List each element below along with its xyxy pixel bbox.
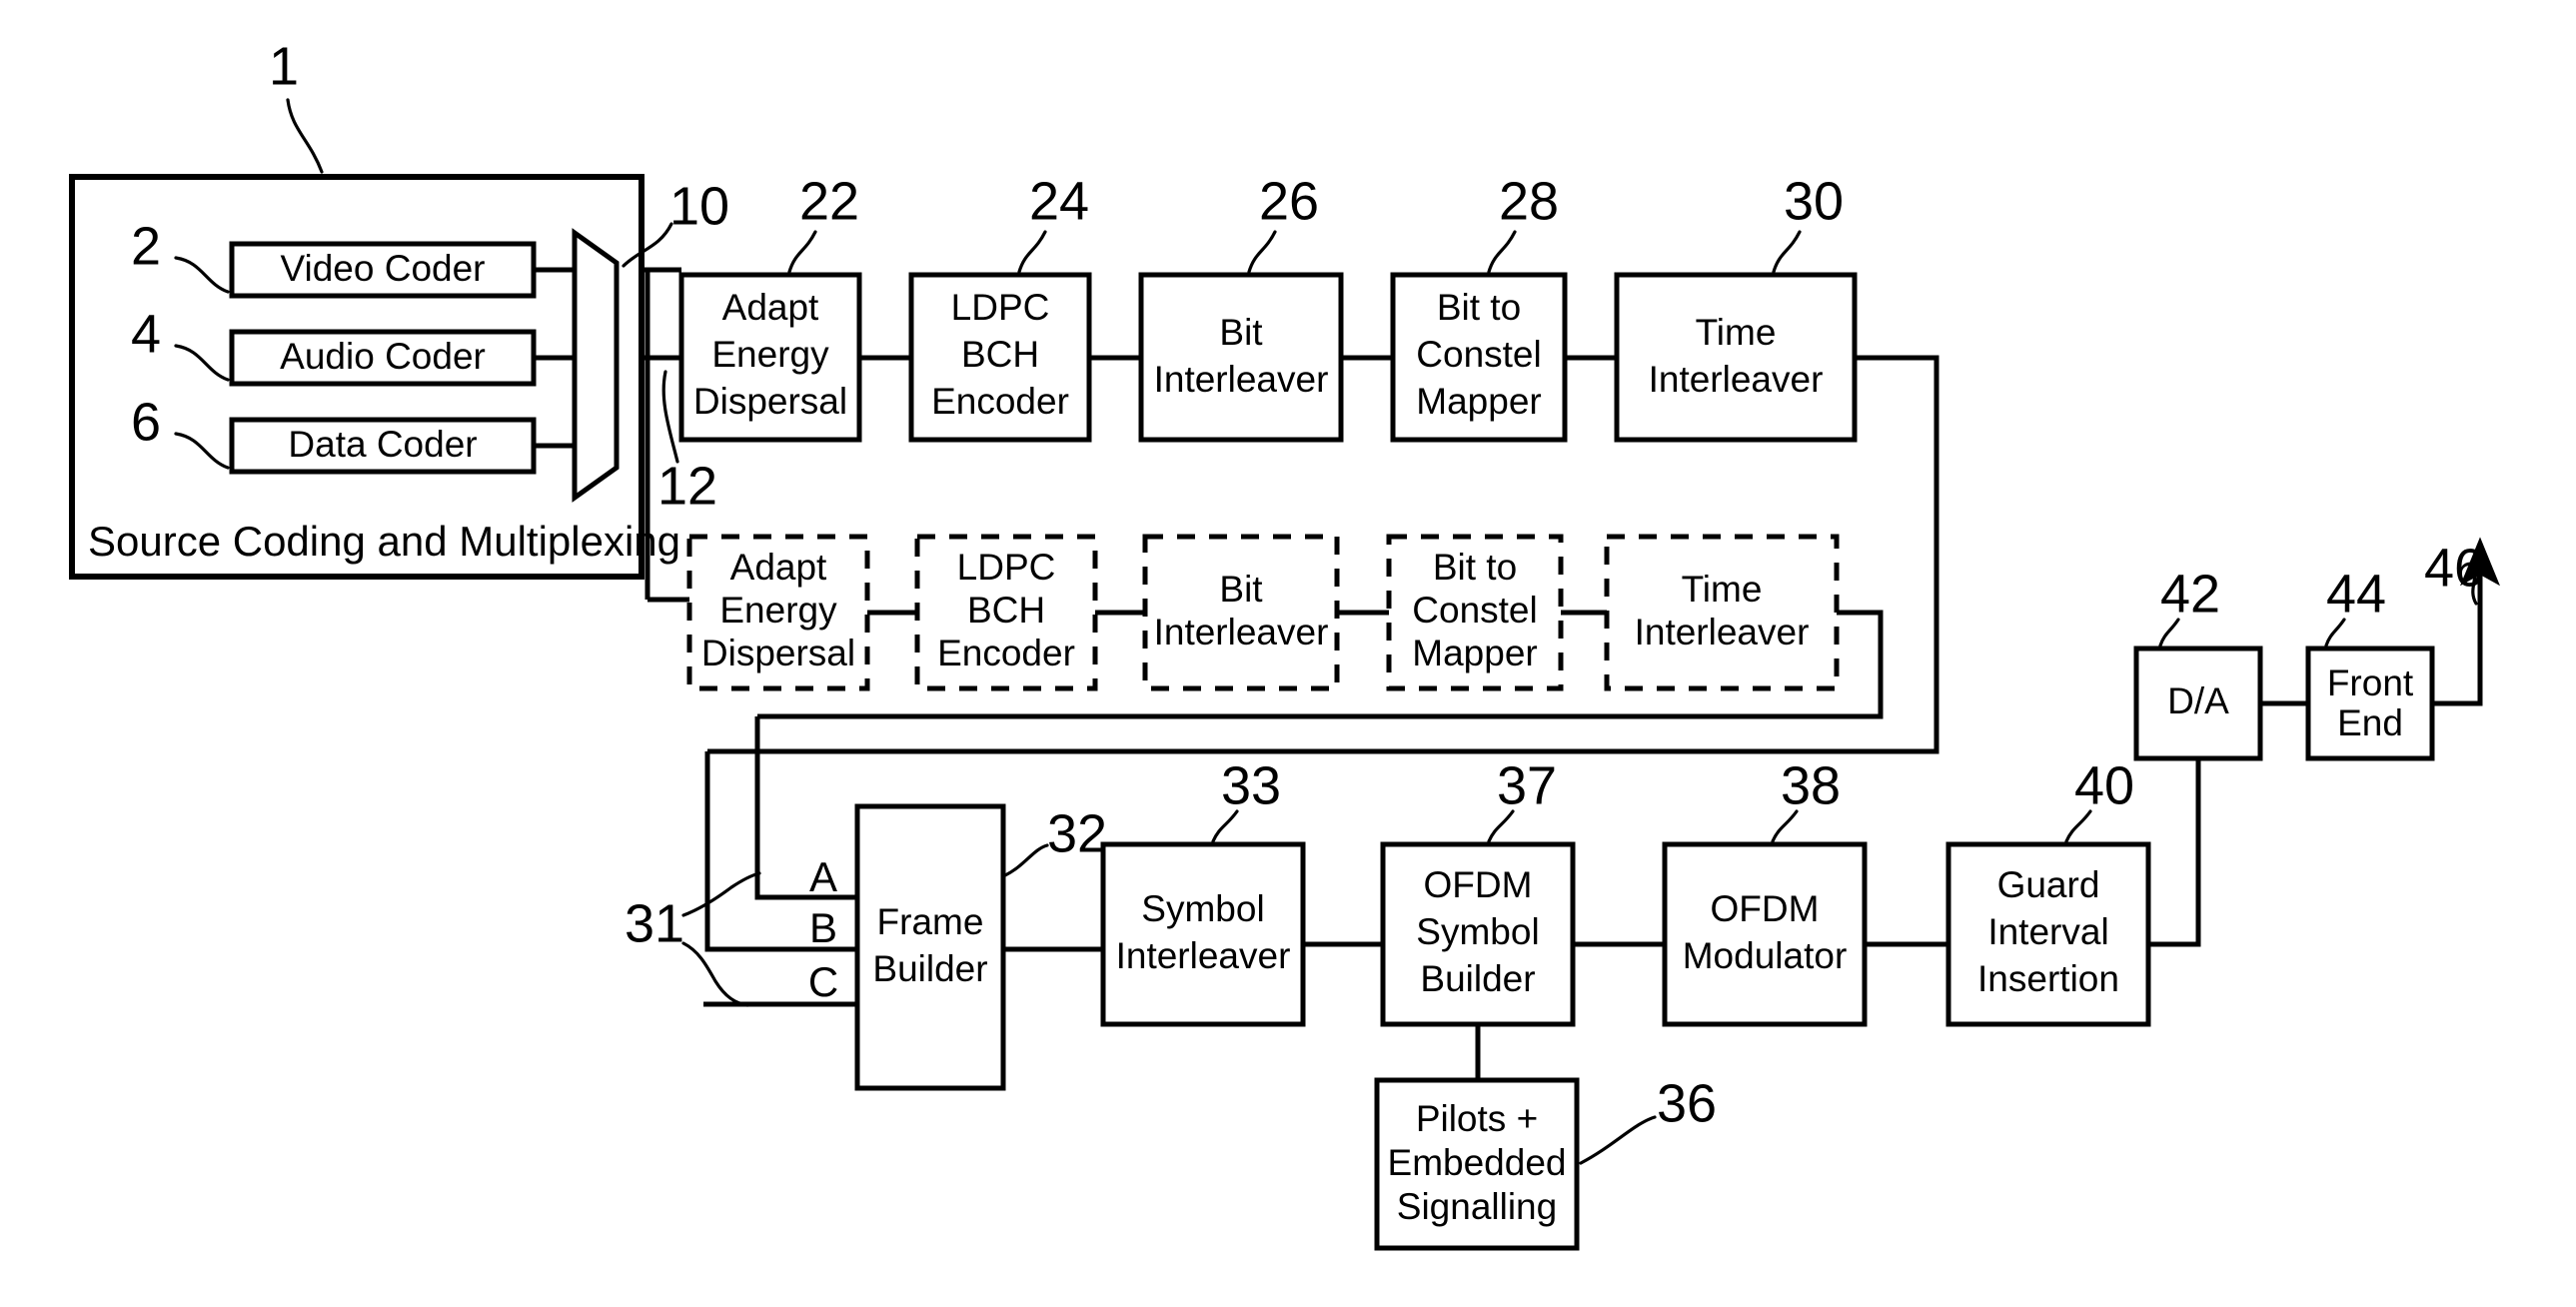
pilots-line-3: Signalling (1397, 1186, 1557, 1227)
figure-canvas: Video Coder Audio Coder Data Coder Sourc… (0, 0, 2576, 1307)
ref-31-leader-lower (681, 941, 749, 1007)
source-coding-caption: Source Coding and Multiplexing (88, 518, 680, 565)
ref-38-label: 38 (1781, 755, 1841, 815)
time-interleaver-dashed-line-2: Interleaver (1635, 612, 1810, 653)
time-interleaver-line-2: Interleaver (1649, 359, 1824, 400)
ofdm-symbol-builder-line-1: OFDM (1424, 864, 1533, 905)
ref-31-label: 31 (625, 893, 684, 953)
ref-40-label: 40 (2074, 755, 2134, 815)
ldpc-bch-encoder-dashed-line-2: BCH (967, 590, 1045, 631)
ldpc-bch-encoder-dashed-line-3: Encoder (937, 633, 1075, 673)
ref-40-leader (2064, 809, 2092, 843)
ref-28-label: 28 (1499, 171, 1559, 231)
bit-interleaver-box (1138, 272, 1344, 443)
guard-interval-insertion-line-1: Guard (1997, 864, 2100, 905)
ref-32-label: 32 (1047, 803, 1107, 863)
ref-2-label: 2 (131, 216, 161, 276)
ref-22-leader (787, 230, 817, 274)
adapt-energy-dispersal-dashed-line-1: Adapt (730, 547, 827, 588)
ref-36-leader (1579, 1115, 1657, 1165)
ref-44-label: 44 (2326, 564, 2386, 624)
symbol-interleaver-line-1: Symbol (1141, 888, 1264, 929)
bit-to-constel-mapper-line-2: Constel (1416, 334, 1541, 375)
bit-interleaver-dashed-line-1: Bit (1219, 569, 1263, 610)
adapt-energy-dispersal-dashed-line-3: Dispersal (701, 633, 855, 673)
wire-guard-to-da (2148, 746, 2201, 947)
ofdm-modulator-line-1: OFDM (1711, 888, 1820, 929)
symbol-interleaver-line-2: Interleaver (1116, 935, 1291, 976)
ref-4-label: 4 (131, 304, 161, 364)
adapt-energy-dispersal-line-2: Energy (711, 334, 829, 375)
ref-1-leader (286, 98, 324, 174)
ldpc-bch-encoder-line-3: Encoder (931, 381, 1069, 422)
ref-26-label: 26 (1259, 171, 1319, 231)
multiplexer-symbol (572, 228, 620, 503)
frame-builder-port-a: A (809, 853, 837, 900)
data-coder-label: Data Coder (288, 424, 477, 465)
ref-12-leader (661, 370, 679, 464)
ref-28-leader (1487, 230, 1517, 274)
ref-38-leader (1771, 809, 1799, 843)
ldpc-bch-encoder-line-2: BCH (961, 334, 1039, 375)
ref-37-leader (1487, 809, 1515, 843)
ref-24-label: 24 (1029, 171, 1089, 231)
ref-37-label: 37 (1497, 755, 1557, 815)
adapt-energy-dispersal-line-1: Adapt (722, 287, 819, 328)
ref-1-label: 1 (269, 36, 299, 96)
ref-6-label: 6 (131, 392, 161, 452)
adapt-energy-dispersal-line-3: Dispersal (693, 381, 847, 422)
ref-36-label: 36 (1657, 1073, 1717, 1133)
ref-30-label: 30 (1784, 171, 1844, 231)
ref-42-label: 42 (2160, 564, 2220, 624)
guard-interval-insertion-line-2: Interval (1987, 911, 2108, 952)
pilots-line-2: Embedded (1388, 1142, 1567, 1183)
pilots-line-1: Pilots + (1416, 1098, 1538, 1139)
ref-22-label: 22 (799, 171, 859, 231)
ref-30-leader (1772, 230, 1802, 274)
audio-coder-label: Audio Coder (280, 336, 486, 377)
block-diagram-svg: Video Coder Audio Coder Data Coder Sourc… (69, 36, 2501, 1251)
video-coder-label: Video Coder (280, 248, 485, 289)
bit-to-constel-mapper-line-1: Bit to (1437, 287, 1521, 328)
ref-33-label: 33 (1221, 755, 1281, 815)
frame-builder-port-b: B (809, 904, 837, 951)
ofdm-symbol-builder-line-3: Builder (1420, 958, 1535, 999)
ref-32-leader (1003, 843, 1049, 877)
bit-to-constel-mapper-line-3: Mapper (1416, 381, 1541, 422)
wire-input-a (754, 716, 857, 900)
frame-builder-line-1: Frame (877, 901, 984, 942)
bit-to-constel-mapper-dashed-line-2: Constel (1412, 590, 1537, 631)
bit-interleaver-line-1: Bit (1219, 312, 1263, 353)
ldpc-bch-encoder-dashed-line-1: LDPC (957, 547, 1056, 588)
ref-31-leader-upper (681, 871, 761, 917)
bit-to-constel-mapper-dashed-line-1: Bit to (1433, 547, 1517, 588)
time-interleaver-line-1: Time (1696, 312, 1777, 353)
front-end-line-2: End (2337, 702, 2403, 743)
front-end-line-1: Front (2327, 662, 2414, 703)
ref-10-label: 10 (669, 176, 729, 236)
ofdm-symbol-builder-line-2: Symbol (1416, 911, 1539, 952)
ofdm-modulator-line-2: Modulator (1683, 935, 1848, 976)
ref-24-leader (1017, 230, 1047, 274)
ref-26-leader (1247, 230, 1277, 274)
frame-builder-line-2: Builder (872, 948, 987, 989)
bit-interleaver-line-2: Interleaver (1154, 359, 1329, 400)
bit-interleaver-dashed-line-2: Interleaver (1154, 612, 1329, 653)
ref-33-leader (1211, 809, 1239, 843)
time-interleaver-dashed-line-1: Time (1682, 569, 1763, 610)
guard-interval-insertion-line-3: Insertion (1977, 958, 2119, 999)
da-converter-label: D/A (2167, 680, 2229, 721)
frame-builder-port-c: C (808, 958, 838, 1005)
ref-12-label: 12 (657, 456, 717, 516)
bit-to-constel-mapper-dashed-line-3: Mapper (1412, 633, 1537, 673)
adapt-energy-dispersal-dashed-line-2: Energy (719, 590, 837, 631)
time-interleaver-box (1614, 272, 1858, 443)
ldpc-bch-encoder-line-1: LDPC (951, 287, 1050, 328)
